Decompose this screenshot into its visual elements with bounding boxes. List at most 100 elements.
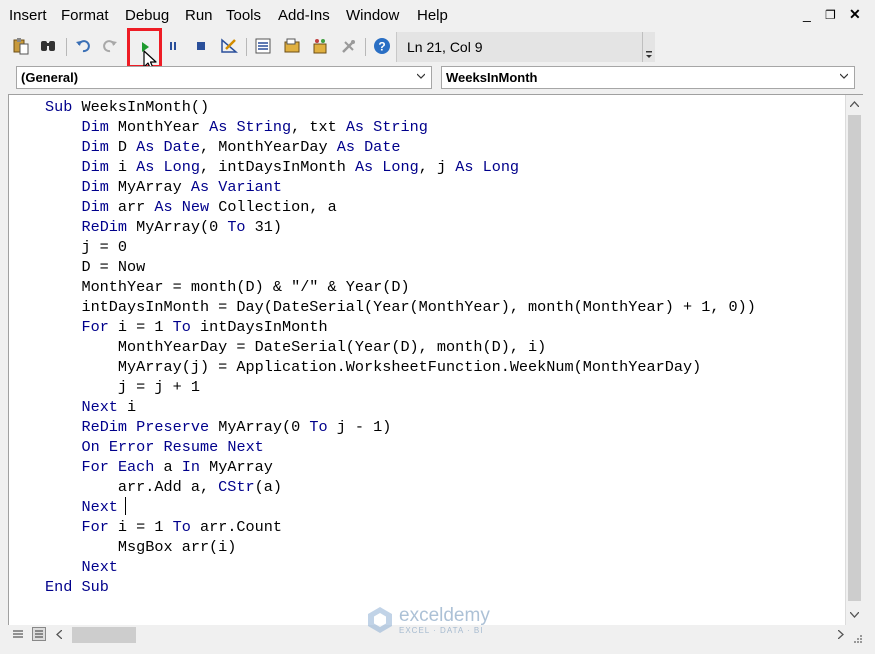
help-icon[interactable]: ? <box>373 37 391 55</box>
code-keyword: As <box>190 178 210 196</box>
code-keyword: Long <box>482 158 520 176</box>
code-line: On Error Resume Next <box>45 437 756 457</box>
reset-icon[interactable] <box>192 37 210 55</box>
procedure-dropdown-value: WeeksInMonth <box>446 70 538 85</box>
code-text: arr.Count <box>190 518 282 536</box>
procedure-view-icon[interactable] <box>12 628 24 640</box>
code-text: D = Now <box>45 258 146 276</box>
menu-help[interactable]: Help <box>417 7 448 24</box>
toolbar-separator <box>66 38 67 56</box>
menu-window[interactable]: Window <box>346 7 399 24</box>
pause-icon[interactable] <box>164 37 182 55</box>
chevron-down-icon[interactable] <box>850 612 859 618</box>
code-text: MyArray(0 <box>127 218 228 236</box>
code-keyword: Date <box>163 138 200 156</box>
object-dropdown[interactable]: (General) <box>16 66 432 89</box>
paste-icon[interactable] <box>12 37 30 55</box>
code-keyword: ReDim <box>81 418 128 436</box>
chevron-up-icon[interactable] <box>850 101 859 107</box>
code-text: MonthYearDay = DateSerial(Year(D), month… <box>45 338 547 356</box>
code-keyword: Error <box>108 438 155 456</box>
watermark-name: exceldemy <box>399 604 490 626</box>
chevron-left-icon[interactable] <box>56 630 62 639</box>
menu-add-ins[interactable]: Add-Ins <box>278 7 330 24</box>
menu-run[interactable]: Run <box>185 7 213 24</box>
code-keyword: Preserve <box>136 418 210 436</box>
code-text: j = 0 <box>45 238 128 256</box>
minimize-button[interactable]: _ <box>803 6 811 22</box>
redo-icon[interactable] <box>101 37 119 55</box>
code-text: MonthYear = month(D) & "/" & Year(D) <box>45 278 410 296</box>
code-text: intDaysInMonth <box>190 318 328 336</box>
toolbar-grip[interactable] <box>642 32 655 62</box>
code-keyword: To <box>172 318 191 336</box>
code-line: Next <box>45 497 756 517</box>
code-line: MyArray(j) = Application.WorksheetFuncti… <box>45 357 756 377</box>
code-keyword: As <box>455 158 474 176</box>
find-icon[interactable] <box>39 37 57 55</box>
code-text: MonthYear <box>108 118 210 136</box>
code-text: arr.Add a, <box>45 478 219 496</box>
vertical-scrollbar[interactable] <box>845 95 863 626</box>
menu-insert[interactable]: Insert <box>9 7 47 24</box>
project-explorer-icon[interactable] <box>254 37 272 55</box>
code-line: For i = 1 To intDaysInMonth <box>45 317 756 337</box>
undo-icon[interactable] <box>74 37 92 55</box>
code-keyword: Dim <box>81 158 109 176</box>
code-keyword: For <box>81 318 109 336</box>
properties-icon[interactable] <box>283 37 301 55</box>
vertical-scroll-thumb[interactable] <box>848 115 861 601</box>
code-text: (a) <box>254 478 282 496</box>
code-line: Next i <box>45 397 756 417</box>
procedure-dropdown[interactable]: WeeksInMonth <box>441 66 855 89</box>
code-text: Collection, a <box>209 198 337 216</box>
watermark-tagline: EXCEL · DATA · BI <box>399 625 484 635</box>
menu-tools[interactable]: Tools <box>226 7 261 24</box>
code-keyword: ReDim <box>81 218 128 236</box>
code-text: j - 1) <box>327 418 392 436</box>
code-text: i = 1 <box>108 318 173 336</box>
menu-format[interactable]: Format <box>61 7 109 24</box>
toolbox-icon[interactable] <box>340 37 358 55</box>
menu-debug[interactable]: Debug <box>125 7 169 24</box>
code-keyword: As <box>209 118 228 136</box>
code-keyword: Next <box>227 438 264 456</box>
code-line: MonthYear = month(D) & "/" & Year(D) <box>45 277 756 297</box>
restore-button[interactable]: ❐ <box>825 8 836 22</box>
code-line: Sub WeeksInMonth() <box>45 97 756 117</box>
svg-text:?: ? <box>378 40 385 54</box>
code-text: a <box>154 458 182 476</box>
code-window[interactable]: Sub WeeksInMonth() Dim MonthYear As Stri… <box>8 94 863 626</box>
code-keyword: Dim <box>81 118 109 136</box>
design-mode-icon[interactable] <box>220 37 238 55</box>
code-line: arr.Add a, CStr(a) <box>45 477 756 497</box>
full-module-view-icon[interactable] <box>32 627 46 641</box>
object-dropdown-value: (General) <box>21 70 79 85</box>
code-text: arr <box>108 198 155 216</box>
watermark: exceldemy EXCEL · DATA · BI <box>365 605 490 635</box>
code-keyword: CStr <box>218 478 255 496</box>
code-keyword: To <box>309 418 328 436</box>
close-button[interactable]: ✕ <box>849 6 861 23</box>
code-keyword: As <box>336 138 355 156</box>
object-browser-icon[interactable] <box>311 37 329 55</box>
code-editor[interactable]: Sub WeeksInMonth() Dim MonthYear As Stri… <box>45 97 756 597</box>
code-keyword: Variant <box>218 178 283 196</box>
horizontal-scroll-thumb[interactable] <box>72 627 136 643</box>
chevron-right-icon[interactable] <box>838 630 844 639</box>
resize-grip-icon[interactable] <box>849 632 863 646</box>
code-keyword: Sub <box>81 578 109 596</box>
